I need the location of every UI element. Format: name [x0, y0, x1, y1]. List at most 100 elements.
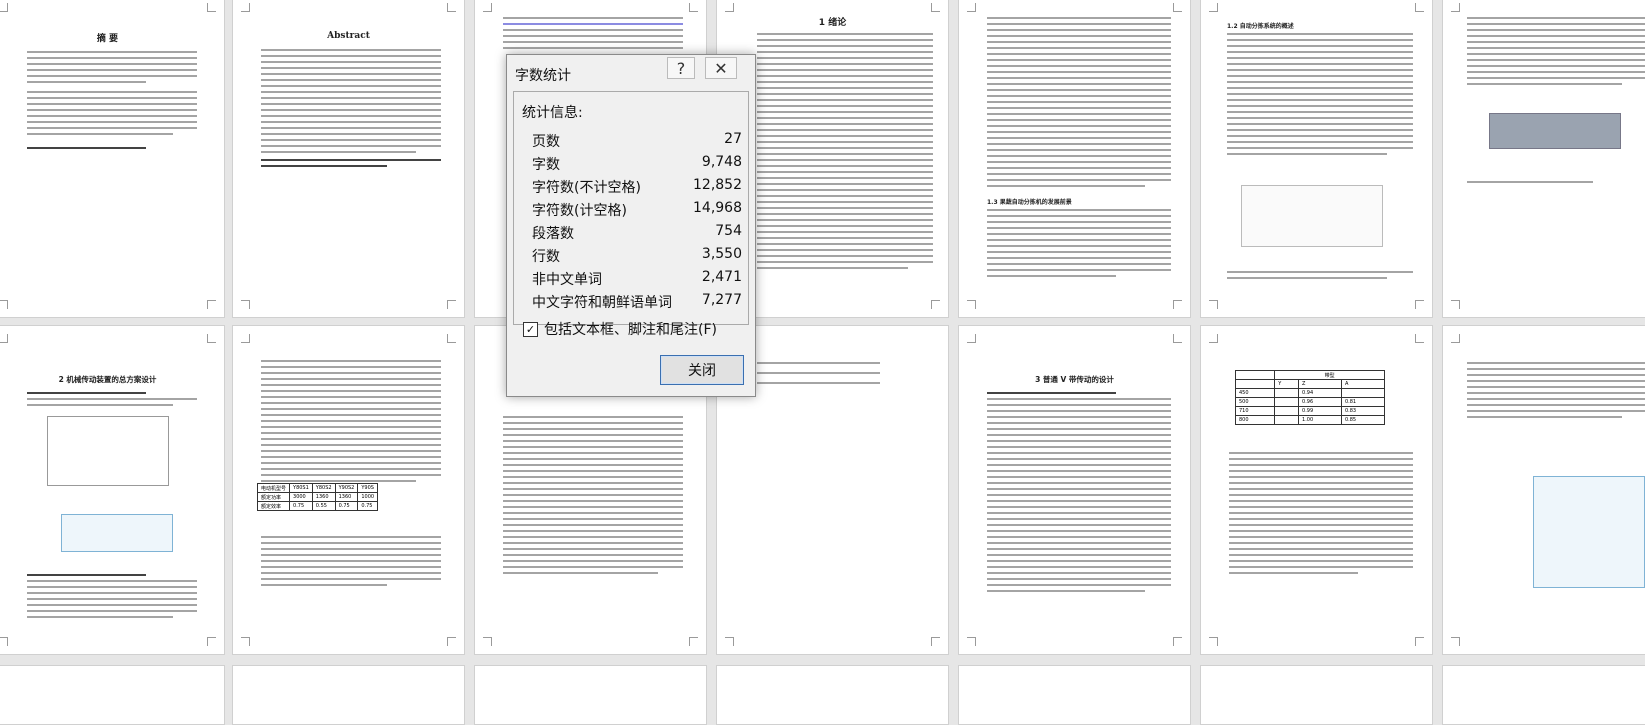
- text-block: [1467, 181, 1645, 187]
- document-page-9: 2 机械传动装置的总方案设计: [0, 325, 225, 655]
- margin-mark: [207, 334, 216, 343]
- text-block: [1229, 452, 1413, 578]
- table-cell: 3000: [289, 492, 313, 502]
- stat-label: 段落数: [532, 226, 574, 242]
- include-textboxes-option[interactable]: ✓ 包括文本框、脚注和尾注(F): [523, 319, 717, 339]
- table-cell: 710: [1234, 406, 1276, 416]
- margin-mark: [241, 334, 250, 343]
- margin-mark: [1451, 637, 1460, 646]
- margin-mark: [0, 3, 8, 12]
- text-block: [27, 392, 197, 410]
- table-cell: 0.85: [1340, 415, 1386, 425]
- margin-mark: [0, 334, 8, 343]
- margin-mark: [1209, 637, 1218, 646]
- table-cell: 0.81: [1340, 397, 1386, 407]
- table-cell: 1360: [334, 492, 359, 502]
- table-cell: 1.00: [1298, 415, 1342, 425]
- margin-mark: [967, 300, 976, 309]
- document-page-5: 1.3 果蔬自动分拣机的发展前景: [958, 0, 1191, 318]
- document-page-14: [1442, 325, 1645, 655]
- text-block: [987, 209, 1171, 281]
- table-cell: 0.96: [1298, 397, 1342, 407]
- margin-mark: [1209, 3, 1218, 12]
- table-cell: 0.99: [1298, 406, 1342, 416]
- document-page-19: [958, 665, 1191, 725]
- document-page-8: 电动机型号 Y80S1 Y80S2 Y90S2 Y90S 额定功率 3000 1…: [232, 325, 465, 655]
- text-block: [1467, 362, 1645, 422]
- margin-mark: [207, 3, 216, 12]
- table-cell: Y: [1274, 379, 1300, 389]
- stat-row-pages: 页数 27: [532, 131, 742, 151]
- table-row: 带型: [1234, 370, 1385, 380]
- margin-mark: [689, 637, 698, 646]
- margin-mark: [241, 637, 250, 646]
- margin-mark: [483, 637, 492, 646]
- table-cell: [1274, 406, 1300, 416]
- margin-mark: [447, 637, 456, 646]
- margin-mark: [1173, 334, 1182, 343]
- formula-block: [757, 362, 933, 388]
- stat-label: 非中文单词: [532, 272, 602, 288]
- stat-value: 14,968: [693, 200, 742, 216]
- margin-mark: [967, 637, 976, 646]
- margin-mark: [1415, 3, 1424, 12]
- stat-row-chinese-korean: 中文字符和朝鲜语单词 7,277: [532, 292, 742, 312]
- margin-mark: [207, 637, 216, 646]
- stat-row-lines: 行数 3,550: [532, 246, 742, 266]
- text-block: [261, 536, 441, 590]
- margin-mark: [447, 334, 456, 343]
- motor-table: 电动机型号 Y80S1 Y80S2 Y90S2 Y90S 额定功率 3000 1…: [256, 483, 379, 511]
- stat-label: 页数: [532, 134, 560, 150]
- stat-row-paragraphs: 段落数 754: [532, 223, 742, 243]
- help-button[interactable]: ?: [667, 57, 695, 79]
- table-row: 710 0.99 0.83: [1234, 406, 1386, 416]
- table-cell: 0.83: [1340, 406, 1386, 416]
- stat-value: 3,550: [701, 246, 742, 262]
- document-page-15: [0, 665, 225, 725]
- document-page-6: 1.2 自动分拣系统的概述: [1200, 0, 1433, 318]
- table-cell: [1234, 379, 1276, 389]
- stat-row-chars-no-spaces: 字符数(不计空格) 12,852: [532, 177, 742, 197]
- margin-mark: [1173, 300, 1182, 309]
- text-block: [1227, 271, 1413, 283]
- text-block: [987, 17, 1171, 191]
- table-row: YZA: [1234, 379, 1386, 389]
- stat-row-words: 字数 9,748: [532, 154, 742, 174]
- dialog-title: 字数统计: [515, 68, 571, 84]
- table-cell: 1000: [357, 492, 379, 502]
- margin-mark: [1451, 3, 1460, 12]
- table-cell: 额定效率: [256, 501, 291, 511]
- document-page-21: [1442, 665, 1645, 725]
- table-cell: 电动机型号: [256, 483, 291, 493]
- margin-mark: [931, 300, 940, 309]
- table-cell: 0.94: [1298, 388, 1342, 398]
- table-cell: Y80S1: [289, 483, 313, 493]
- page-title: Abstract: [327, 31, 370, 41]
- margin-mark: [241, 300, 250, 309]
- stat-label: 字符数(计空格): [532, 203, 627, 219]
- table-cell: Y90S2: [334, 483, 359, 493]
- stat-label: 字数: [532, 157, 560, 173]
- stat-value: 9,748: [701, 154, 742, 170]
- pulley-drawing: [1533, 476, 1645, 588]
- stat-value: 12,852: [693, 177, 742, 193]
- stat-label: 中文字符和朝鲜语单词: [532, 295, 672, 311]
- document-page-7: [1442, 0, 1645, 318]
- text-block: [261, 49, 441, 171]
- margin-mark: [1415, 334, 1424, 343]
- margin-mark: [725, 637, 734, 646]
- table-cell: [1274, 397, 1300, 407]
- table-cell: 0.75: [289, 501, 313, 511]
- toc-block: [503, 17, 683, 53]
- table-cell: 800: [1234, 415, 1276, 425]
- page-title: 摘 要: [96, 34, 119, 44]
- table-cell: [1340, 388, 1386, 398]
- stat-value: 2,471: [701, 269, 742, 285]
- table-row: 450 0.94: [1234, 388, 1386, 398]
- document-page-17: [474, 665, 707, 725]
- include-textboxes-checkbox[interactable]: ✓: [523, 321, 538, 337]
- close-button[interactable]: 关闭: [660, 355, 744, 385]
- word-count-dialog[interactable]: 字数统计 ? ✕ 统计信息: 页数 27 字数 9,748 字符数(不计空格) …: [506, 54, 756, 397]
- title-close-button[interactable]: ✕: [705, 57, 737, 79]
- margin-mark: [1209, 334, 1218, 343]
